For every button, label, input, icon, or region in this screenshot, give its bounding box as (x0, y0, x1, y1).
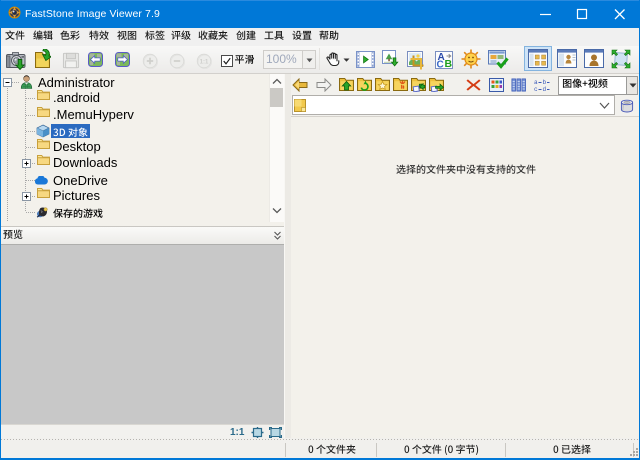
svg-text:B: B (445, 58, 453, 69)
svg-text:a: a (534, 79, 538, 86)
svg-text:d: d (543, 86, 547, 92)
svg-text:C: C (437, 60, 444, 70)
svg-text:c: c (534, 86, 538, 92)
svg-text:1:1: 1:1 (200, 59, 209, 65)
svg-text:b: b (543, 79, 547, 86)
